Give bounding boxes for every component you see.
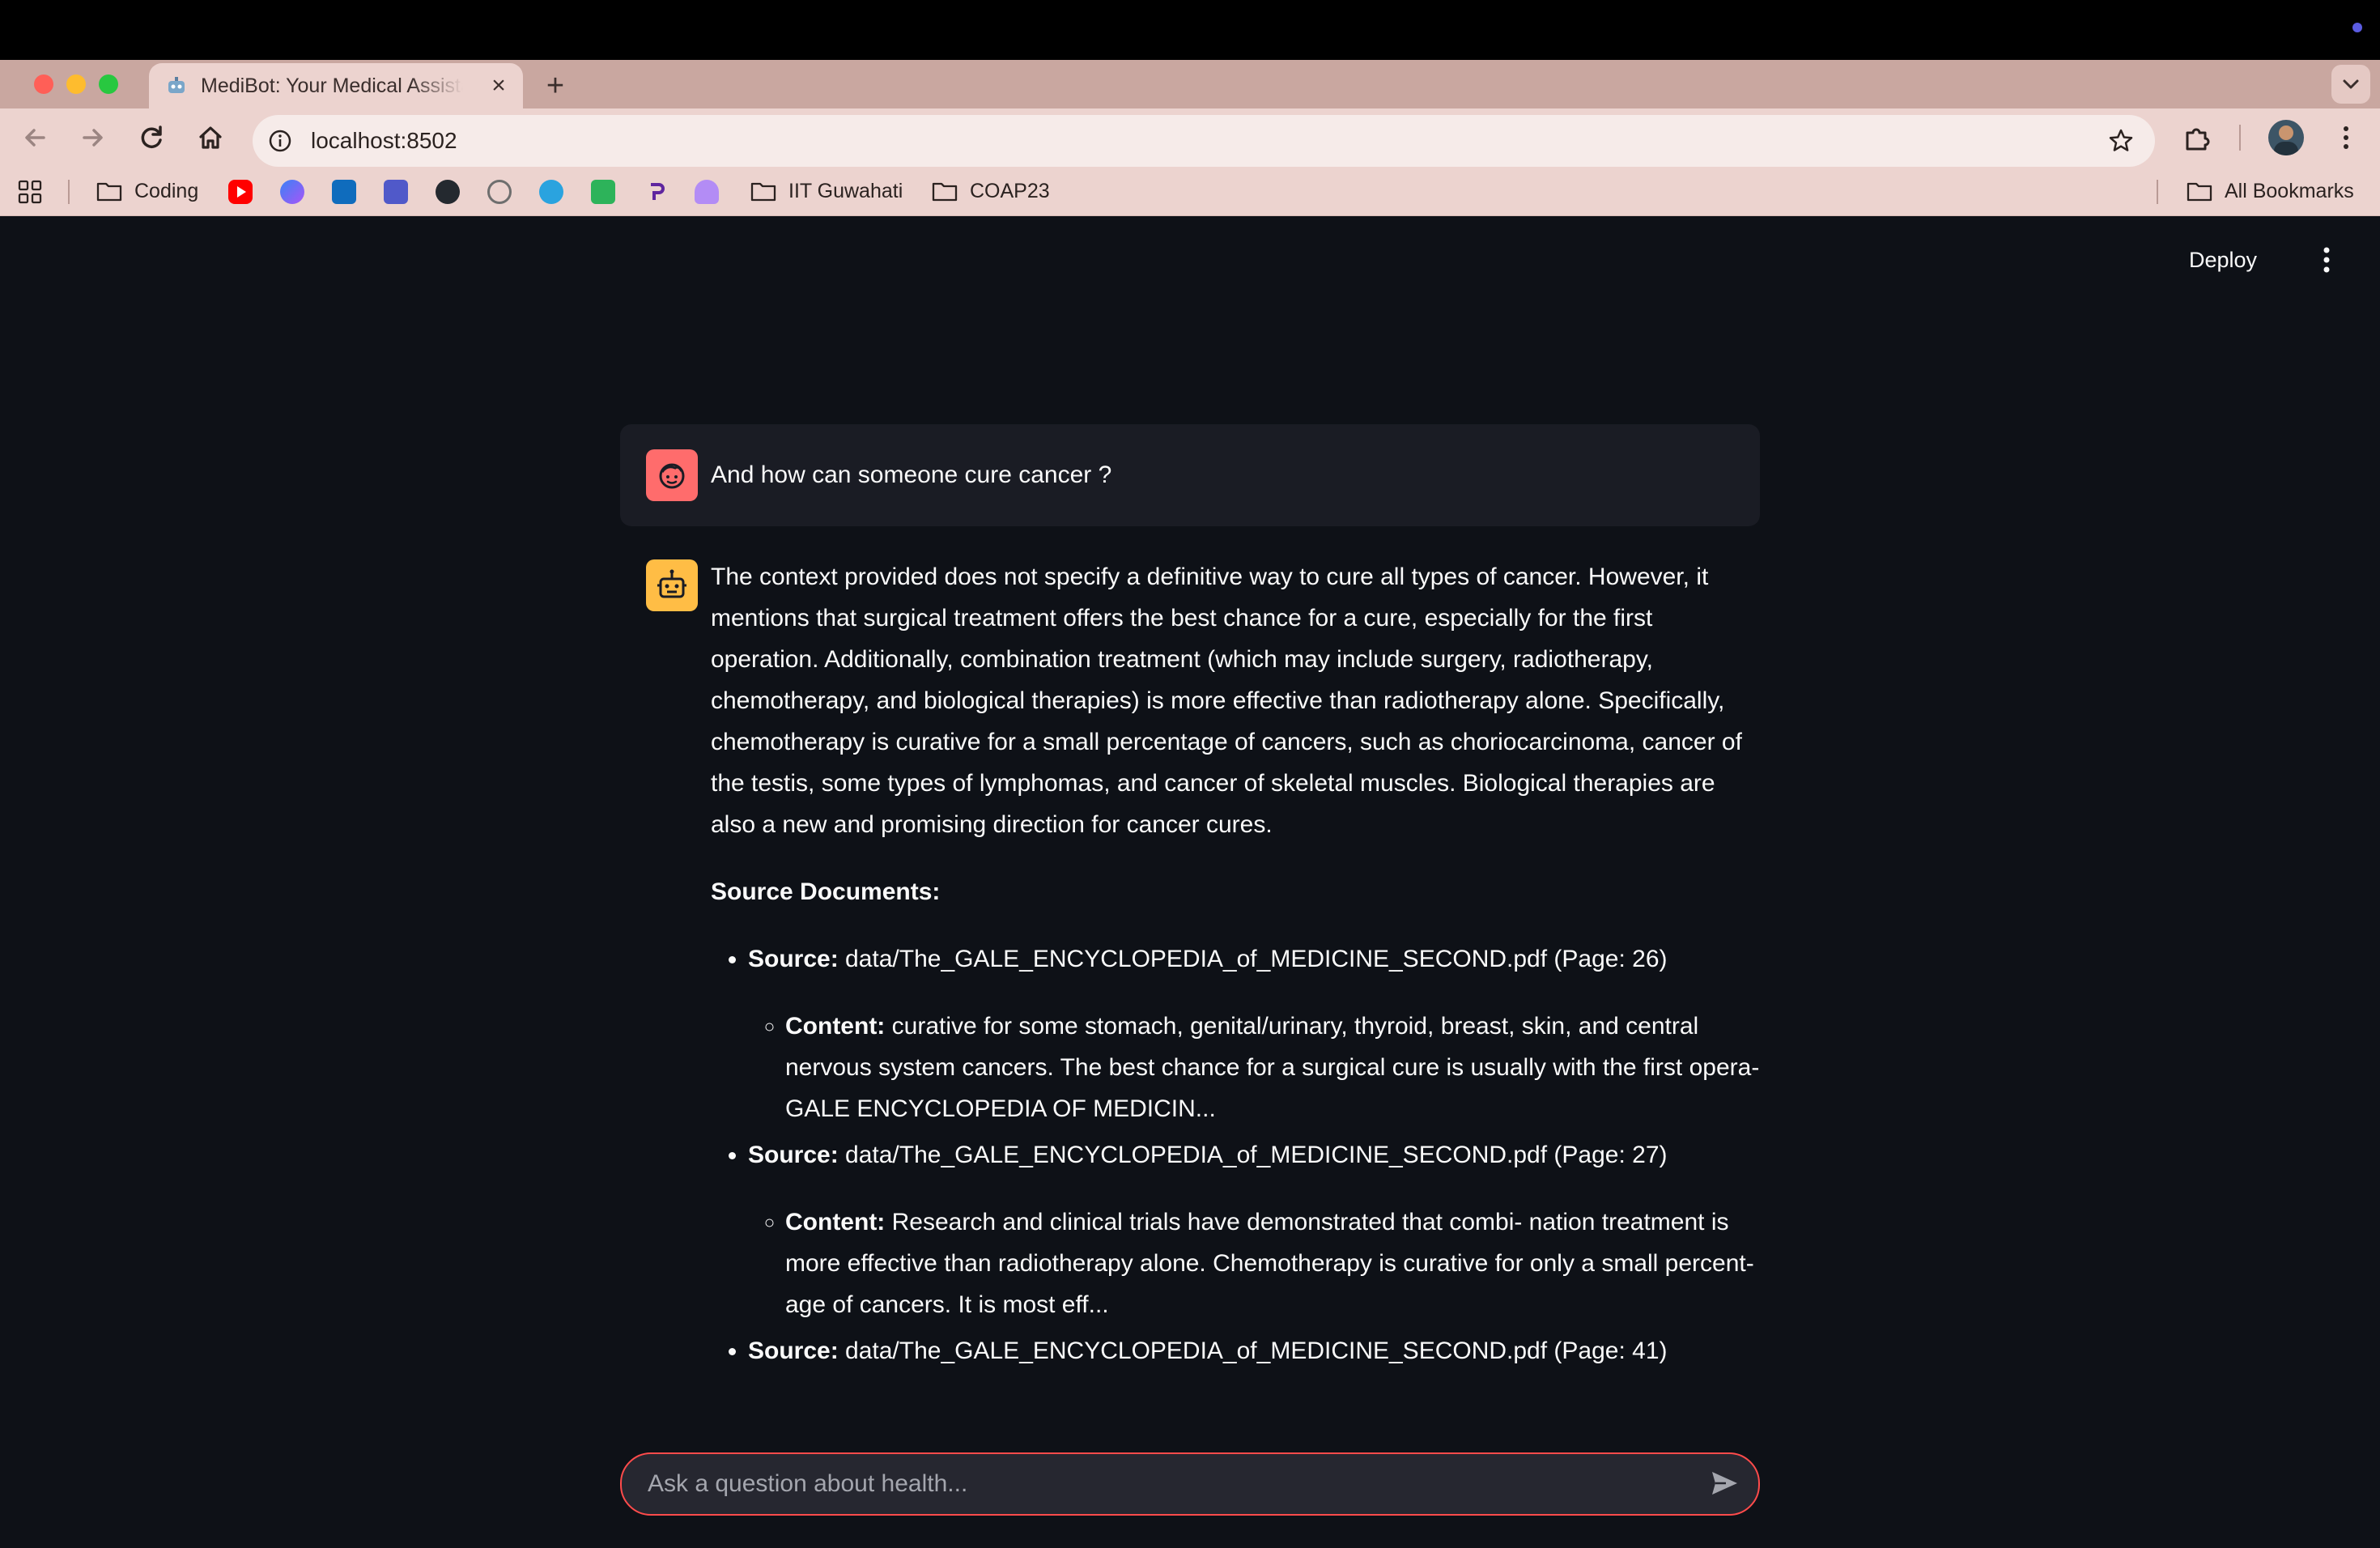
source-list: Source: data/The_GALE_ENCYCLOPEDIA_of_ME… bbox=[711, 938, 1763, 1372]
minimize-window-button[interactable] bbox=[66, 74, 86, 94]
address-bar[interactable]: localhost:8502 bbox=[253, 115, 2155, 167]
bookmark-label: IIT Guwahati bbox=[788, 179, 903, 202]
content-item: Content: curative for some stomach, geni… bbox=[785, 1006, 1763, 1129]
assistant-message-body: The context provided does not specify a … bbox=[711, 556, 1763, 1372]
bookmark-folder-iit-guwahati[interactable]: IIT Guwahati bbox=[750, 167, 903, 215]
bookmarks-divider bbox=[68, 180, 70, 204]
source-label: Source: bbox=[748, 1142, 839, 1168]
apps-grid-icon[interactable] bbox=[18, 180, 42, 204]
answer-text: The context provided does not specify a … bbox=[711, 563, 1742, 838]
tab-search-button[interactable] bbox=[2331, 65, 2370, 104]
source-label: Source: bbox=[748, 1337, 839, 1364]
user-face-icon bbox=[659, 463, 685, 489]
youtube-icon[interactable] bbox=[228, 180, 253, 204]
profile-avatar[interactable] bbox=[2268, 120, 2304, 155]
back-arrow-icon[interactable] bbox=[16, 118, 55, 157]
tab-medibot[interactable]: MediBot: Your Medical Assistant × bbox=[149, 63, 523, 108]
content-text: curative for some stomach, genital/urina… bbox=[785, 1013, 1760, 1122]
bookmark-folder-coding[interactable]: Coding bbox=[96, 167, 198, 215]
bookmark-label: All Bookmarks bbox=[2225, 179, 2354, 202]
tab-title: MediBot: Your Medical Assistant bbox=[201, 74, 463, 97]
ghost-app-icon[interactable] bbox=[695, 180, 719, 204]
telegram-icon[interactable] bbox=[539, 180, 563, 204]
phonepe-icon[interactable] bbox=[643, 180, 667, 204]
source-documents-heading: Source Documents: bbox=[711, 878, 941, 905]
site-info-icon[interactable] bbox=[267, 128, 293, 154]
user-chat-message: And how can someone cure cancer ? bbox=[620, 424, 1760, 526]
bookmark-star-icon[interactable] bbox=[2106, 126, 2136, 155]
source-path: data/The_GALE_ENCYCLOPEDIA_of_MEDICINE_S… bbox=[845, 1337, 1668, 1364]
bookmark-label: Coding bbox=[134, 179, 199, 202]
zoom-window-button[interactable] bbox=[99, 74, 118, 94]
bookmarks-divider bbox=[2157, 180, 2158, 204]
bookmarks-bar: Coding IIT Guwahati COAP23 All Bookmarks bbox=[0, 167, 2380, 216]
forward-arrow-icon[interactable] bbox=[73, 118, 112, 157]
bookmark-label: COAP23 bbox=[970, 179, 1050, 202]
tab-strip: MediBot: Your Medical Assistant × + bbox=[0, 60, 2380, 108]
home-icon[interactable] bbox=[191, 118, 230, 157]
folder-icon bbox=[96, 182, 122, 202]
user-message-text: And how can someone cure cancer ? bbox=[711, 461, 1112, 488]
close-tab-icon[interactable]: × bbox=[486, 73, 512, 99]
folder-icon bbox=[750, 182, 776, 202]
content-item: Content: Research and clinical trials ha… bbox=[785, 1201, 1763, 1325]
content-label: Content: bbox=[785, 1013, 886, 1040]
source-path: data/The_GALE_ENCYCLOPEDIA_of_MEDICINE_S… bbox=[845, 1142, 1668, 1168]
streamlit-app: Deploy And how can someone cure cancer ? bbox=[0, 216, 2380, 1548]
source-path: data/The_GALE_ENCYCLOPEDIA_of_MEDICINE_S… bbox=[845, 946, 1668, 972]
source-item: Source: data/The_GALE_ENCYCLOPEDIA_of_ME… bbox=[748, 1134, 1763, 1325]
source-item: Source: data/The_GALE_ENCYCLOPEDIA_of_ME… bbox=[748, 1330, 1763, 1372]
main-menu-icon[interactable] bbox=[2315, 240, 2338, 279]
assistant-avatar bbox=[646, 559, 698, 611]
browser-menu-icon[interactable] bbox=[2330, 121, 2362, 154]
content-list: Content: Research and clinical trials ha… bbox=[748, 1201, 1763, 1325]
new-tab-button[interactable]: + bbox=[538, 70, 573, 102]
bookmark-folder-coap23[interactable]: COAP23 bbox=[931, 167, 1050, 215]
content-list: Content: curative for some stomach, geni… bbox=[748, 1006, 1763, 1129]
robot-icon bbox=[657, 569, 686, 598]
bookmark-folder-all-bookmarks[interactable]: All Bookmarks bbox=[2186, 167, 2354, 215]
toolbar-divider bbox=[2239, 125, 2241, 151]
extensions-puzzle-icon[interactable] bbox=[2181, 121, 2213, 154]
close-window-button[interactable] bbox=[34, 74, 53, 94]
send-icon[interactable] bbox=[1708, 1467, 1740, 1499]
content-label: Content: bbox=[785, 1209, 886, 1235]
deploy-button[interactable]: Deploy bbox=[2189, 245, 2257, 274]
chatgpt-icon[interactable] bbox=[487, 180, 512, 204]
browser-window: MediBot: Your Medical Assistant × + loca… bbox=[0, 60, 2380, 1548]
outlook-icon[interactable] bbox=[332, 180, 356, 204]
reload-icon[interactable] bbox=[133, 118, 172, 157]
user-avatar bbox=[646, 449, 698, 501]
folder-icon bbox=[932, 182, 958, 202]
source-label: Source: bbox=[748, 946, 839, 972]
chevron-down-icon bbox=[2343, 79, 2359, 89]
copilot-icon[interactable] bbox=[280, 180, 304, 204]
folder-icon bbox=[2187, 182, 2212, 202]
browser-toolbar: localhost:8502 bbox=[0, 108, 2380, 167]
github-icon[interactable] bbox=[436, 180, 460, 204]
chat-input[interactable] bbox=[620, 1452, 1760, 1516]
status-dot-icon bbox=[2352, 23, 2362, 32]
chat-input-field[interactable] bbox=[646, 1465, 1669, 1503]
source-item: Source: data/The_GALE_ENCYCLOPEDIA_of_ME… bbox=[748, 938, 1763, 1129]
os-menubar bbox=[0, 0, 2380, 60]
teams-icon[interactable] bbox=[384, 180, 408, 204]
content-text: Research and clinical trials have demons… bbox=[785, 1209, 1754, 1318]
robot-favicon-icon bbox=[168, 77, 185, 93]
overleaf-icon[interactable] bbox=[591, 180, 615, 204]
url-text: localhost:8502 bbox=[311, 128, 457, 153]
